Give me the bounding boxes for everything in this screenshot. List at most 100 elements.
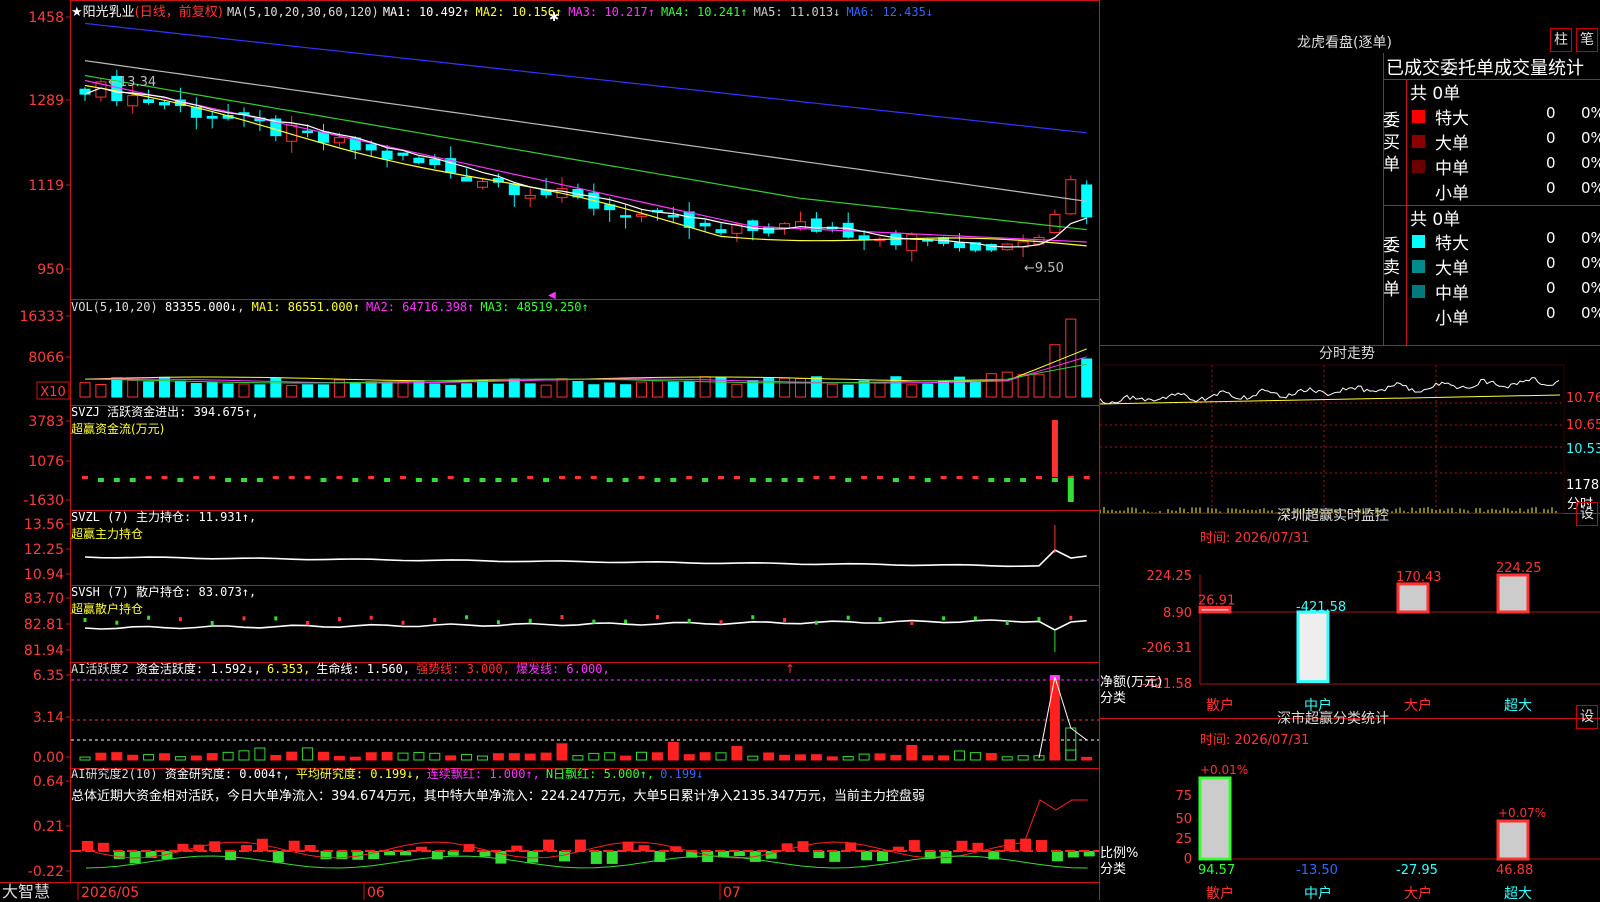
buy-count-0: 0 bbox=[1546, 104, 1556, 122]
volume-bar bbox=[318, 384, 329, 398]
fl-settings-button[interactable]: 设 bbox=[1576, 705, 1598, 729]
ai1-bar bbox=[604, 752, 616, 761]
svsh-marker bbox=[719, 620, 723, 625]
ai2-bar bbox=[431, 851, 443, 860]
ai1-bar bbox=[1001, 756, 1013, 761]
ai1-bar bbox=[572, 755, 584, 761]
svzj-bar bbox=[1004, 478, 1011, 482]
sell-swatch-1 bbox=[1412, 260, 1425, 273]
vol-unit-label: X10 bbox=[40, 385, 65, 400]
volume-bar bbox=[381, 381, 393, 398]
buy-label-0: 特大 bbox=[1435, 109, 1469, 129]
candle-body bbox=[413, 157, 425, 164]
ai1-up-arrow: ↑ bbox=[785, 662, 795, 676]
buy-pct-0: 0% bbox=[1581, 104, 1600, 122]
ai1-bar bbox=[159, 753, 170, 761]
sell-row-1: 大单 0 0% bbox=[1410, 254, 1600, 279]
buy-total: 共 0单 bbox=[1410, 84, 1461, 104]
buy-pct-2: 0% bbox=[1581, 154, 1600, 172]
svzj-bar bbox=[1083, 476, 1090, 479]
ai1-bar bbox=[286, 751, 298, 761]
svzj-tick-0: 3783 bbox=[28, 414, 64, 430]
candle-body bbox=[524, 194, 536, 199]
ai1-tick-1: 3.14 bbox=[33, 710, 64, 726]
ai1-bar bbox=[365, 752, 377, 761]
svzj-bar bbox=[686, 476, 693, 479]
svzl-tick-1: 12.25 bbox=[24, 542, 64, 558]
buy-label-3: 小单 bbox=[1435, 184, 1469, 204]
volume-bar bbox=[477, 379, 488, 398]
ai1-bar bbox=[1081, 756, 1093, 761]
ai1-bar bbox=[795, 754, 806, 761]
svzj-bar bbox=[527, 476, 534, 479]
volume-bar bbox=[143, 381, 155, 398]
ai1-bar bbox=[222, 751, 234, 761]
ai2-bar bbox=[113, 851, 125, 859]
sz-xlabel: 分类 bbox=[1100, 691, 1127, 706]
ai1-bar bbox=[238, 750, 250, 761]
ai1-bar bbox=[779, 754, 791, 761]
candle-body bbox=[461, 176, 473, 182]
svzj-bar bbox=[400, 476, 406, 479]
ai1-bar bbox=[477, 755, 488, 761]
price-annot-low: ←9.50 bbox=[1024, 261, 1064, 276]
vol-tick-0: 16333 bbox=[19, 309, 64, 325]
ai1-activity-line bbox=[1038, 676, 1088, 759]
svzj-bar bbox=[447, 476, 454, 479]
volume-bar bbox=[492, 383, 504, 398]
candle-body bbox=[381, 150, 393, 160]
svzj-bar bbox=[288, 476, 295, 479]
sell-rows: 特大 0 0% 大单 0 0% 中单 0 0% 小单 0 0% bbox=[1410, 229, 1600, 329]
chart-area[interactable]: 1458 1289 1119 950 16333 8066 3783 1076 -1630 13.… bbox=[0, 0, 1100, 901]
svzj-bar bbox=[495, 478, 502, 482]
ai1-bar bbox=[715, 752, 727, 761]
ai1-bar-2 bbox=[1065, 727, 1077, 761]
svsh-marker bbox=[1069, 615, 1073, 620]
fl-ytick-1: 50 bbox=[1175, 812, 1192, 827]
fl-bar-value-1: -13.50 bbox=[1296, 863, 1338, 878]
ai1-bar bbox=[174, 756, 186, 761]
candle-body bbox=[795, 221, 806, 230]
xaxis-label-0: 2026/05 bbox=[81, 885, 139, 900]
sz-settings-button[interactable]: 设 bbox=[1576, 502, 1598, 526]
svzj-bar bbox=[479, 478, 486, 482]
sz-bar-1 bbox=[1296, 610, 1330, 684]
volume-bar bbox=[190, 382, 202, 398]
svsh-marker bbox=[560, 615, 564, 620]
svzj-bar bbox=[845, 478, 852, 482]
candle-body bbox=[429, 158, 441, 166]
svzj-bar-peak bbox=[1051, 420, 1058, 477]
main-header: ★阳光乳业(日线，前复权) MA(5,10,20,30,60,120) MA1:… bbox=[71, 1, 939, 20]
svzj-bar bbox=[320, 478, 327, 482]
intraday-tick-1: 10.65 bbox=[1566, 418, 1600, 433]
candle-body bbox=[302, 130, 314, 134]
star-icon: ★ bbox=[71, 5, 83, 20]
volume-bar bbox=[842, 384, 854, 398]
bar-mode-button[interactable]: 柱 bbox=[1550, 28, 1572, 52]
ai1-bar bbox=[826, 756, 838, 761]
buy-row-1: 大单 0 0% bbox=[1410, 129, 1600, 154]
ai1-bar bbox=[858, 753, 870, 761]
tick-mode-button[interactable]: 笔 bbox=[1576, 28, 1598, 52]
sz-bar-2 bbox=[1396, 582, 1430, 614]
vol-ma-values: MA1: 86551.000↑ MA2: 64716.398↑ MA3: 48519… bbox=[252, 300, 595, 314]
ai1-bar bbox=[556, 743, 568, 761]
volume-bar bbox=[572, 381, 584, 398]
svsh-tick-0: 83.70 bbox=[24, 591, 64, 607]
candle-body bbox=[143, 99, 155, 104]
svzj-bar bbox=[988, 478, 995, 482]
ma-legend-5: MA5: 11.013↓ bbox=[753, 5, 841, 19]
buy-count-2: 0 bbox=[1546, 154, 1556, 172]
intraday-tick-0: 10.76 bbox=[1566, 391, 1600, 406]
svzl-line bbox=[84, 549, 1087, 568]
ai1-bar bbox=[651, 752, 663, 761]
ai1-bar bbox=[95, 752, 107, 761]
ai1-item-5: 爆发线: 6.000, bbox=[515, 662, 610, 676]
volume-bar bbox=[1065, 318, 1077, 398]
svsh-marker bbox=[973, 616, 977, 621]
svsh-marker bbox=[337, 617, 341, 622]
ai1-bar bbox=[985, 753, 997, 761]
ai1-bar bbox=[763, 752, 775, 761]
svsh-marker bbox=[592, 619, 596, 624]
ai1-bar bbox=[79, 756, 91, 761]
